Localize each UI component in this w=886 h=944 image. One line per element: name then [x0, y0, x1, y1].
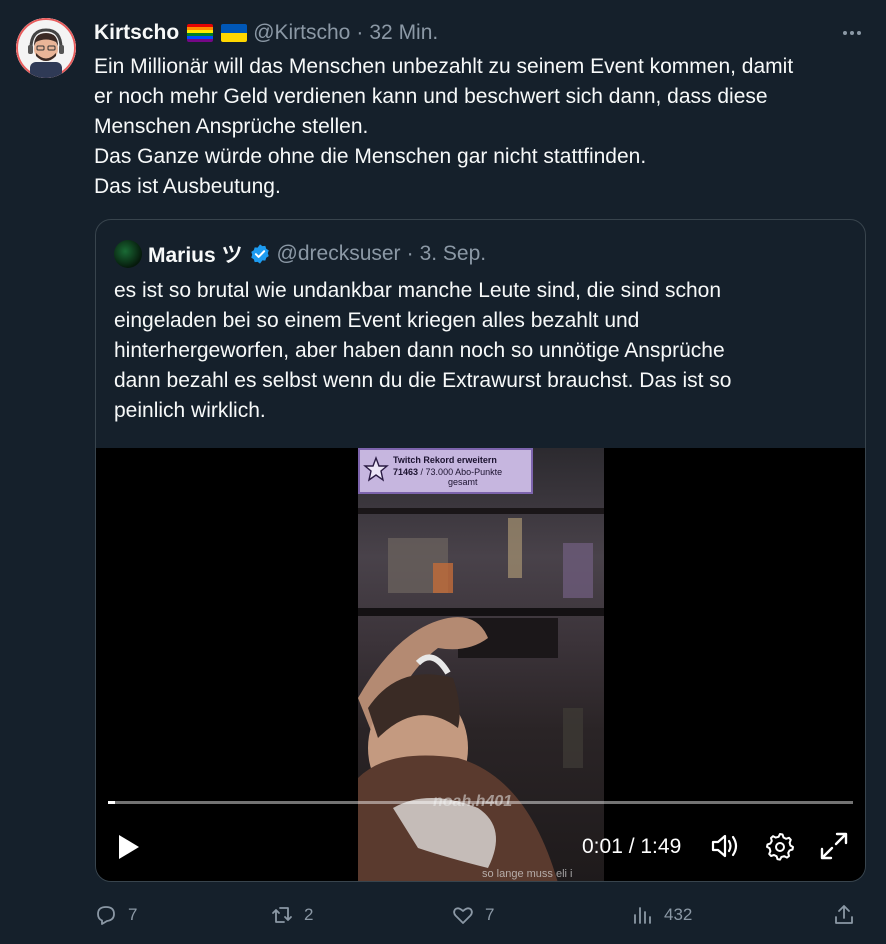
action-bar: 7 2 7 432 [94, 899, 864, 931]
gear-icon [766, 833, 794, 861]
overlay-suffix: gesamt [448, 477, 478, 487]
volume-button[interactable] [709, 830, 741, 862]
play-button[interactable] [116, 832, 142, 862]
quote-text-line: peinlich wirklich. [114, 399, 266, 422]
tweet-header: Kirtscho @Kirtscho · 32 Min. [94, 20, 438, 46]
like-count: 7 [485, 905, 495, 924]
views-icon [634, 907, 651, 924]
share-icon [835, 905, 853, 924]
quote-text-line: es ist so brutal wie undankbar manche Le… [114, 279, 722, 302]
tweet-text-line: Das ist Ausbeutung. [94, 175, 281, 198]
quote-header: Marius ツ @drecksuser · 3. Sep. [114, 240, 486, 268]
reply-button[interactable]: 7 [94, 899, 137, 931]
rainbow-flag-icon [187, 24, 214, 42]
avatar-illustration [16, 18, 76, 78]
volume-icon [711, 834, 738, 858]
quoted-tweet[interactable]: Marius ツ @drecksuser · 3. Sep. es ist so… [95, 219, 866, 882]
quote-author-name[interactable]: Marius ツ [148, 239, 243, 269]
twitch-overlay: Twitch Rekord erweitern 71463 / 73.000 A… [358, 448, 533, 494]
heart-icon [453, 907, 473, 924]
tweet-text-line: Ein Millionär will das Menschen unbezahl… [94, 55, 794, 78]
reply-count: 7 [128, 905, 138, 924]
more-horizontal-icon [843, 31, 861, 35]
quote-text-line: hinterhergeworfen, aber haben dann noch … [114, 339, 725, 362]
author-handle[interactable]: @Kirtscho [253, 21, 350, 45]
overlay-title: Twitch Rekord erweitern [393, 455, 497, 465]
play-icon [119, 835, 139, 859]
tweet-text-line: Menschen Ansprüche stellen. [94, 115, 369, 138]
reply-icon [97, 906, 115, 925]
tweet-timestamp[interactable]: 32 Min. [369, 21, 438, 45]
video-time: 0:01 / 1:49 [582, 835, 682, 858]
share-button[interactable] [832, 899, 856, 931]
video-frame: Twitch Rekord erweitern 71463 / 73.000 A… [358, 448, 604, 881]
tweet-text: Ein Millionär will das Menschen unbezahl… [94, 52, 854, 202]
tweet-text-line: er noch mehr Geld verdienen kann und bes… [94, 85, 768, 108]
like-button[interactable]: 7 [451, 899, 494, 931]
quote-author-handle[interactable]: @drecksuser [277, 242, 401, 266]
retweet-icon [272, 907, 292, 923]
video-player[interactable]: Twitch Rekord erweitern 71463 / 73.000 A… [96, 448, 865, 881]
fullscreen-button[interactable] [818, 830, 850, 862]
fullscreen-icon [820, 832, 848, 860]
overlay-goal: / 73.000 Abo-Punkte [420, 467, 503, 477]
video-scene [358, 508, 604, 881]
author-name[interactable]: Kirtscho [94, 21, 179, 45]
ukraine-flag-icon [221, 24, 248, 42]
views-button[interactable]: 432 [630, 899, 692, 931]
star-icon [363, 456, 389, 482]
video-progress-fill [108, 801, 116, 804]
quote-text-line: eingeladen bei so einem Event kriegen al… [114, 309, 640, 332]
quote-text-line: dann bezahl es selbst wenn du die Extraw… [114, 369, 732, 392]
more-options-button[interactable] [838, 20, 866, 46]
overlay-current: 71463 [393, 467, 419, 477]
retweet-button[interactable]: 2 [270, 899, 313, 931]
overlay-progress: 71463 / 73.000 Abo-Punkte [393, 467, 502, 477]
author-avatar[interactable] [16, 18, 76, 78]
retweet-count: 2 [304, 905, 314, 924]
quote-author-avatar[interactable] [114, 240, 142, 268]
video-progress-bar[interactable] [108, 801, 853, 804]
verified-badge-icon [250, 244, 269, 264]
quote-text: es ist so brutal wie undankbar manche Le… [114, 276, 854, 426]
views-count: 432 [664, 905, 693, 924]
quote-header-separator: · [406, 242, 414, 265]
tweet-text-line: Das Ganze würde ohne die Menschen gar ni… [94, 145, 647, 168]
settings-button[interactable] [764, 830, 796, 862]
video-subtitle: so lange muss eli i [482, 868, 573, 880]
header-separator: · [356, 21, 364, 44]
quote-date[interactable]: 3. Sep. [420, 242, 487, 266]
